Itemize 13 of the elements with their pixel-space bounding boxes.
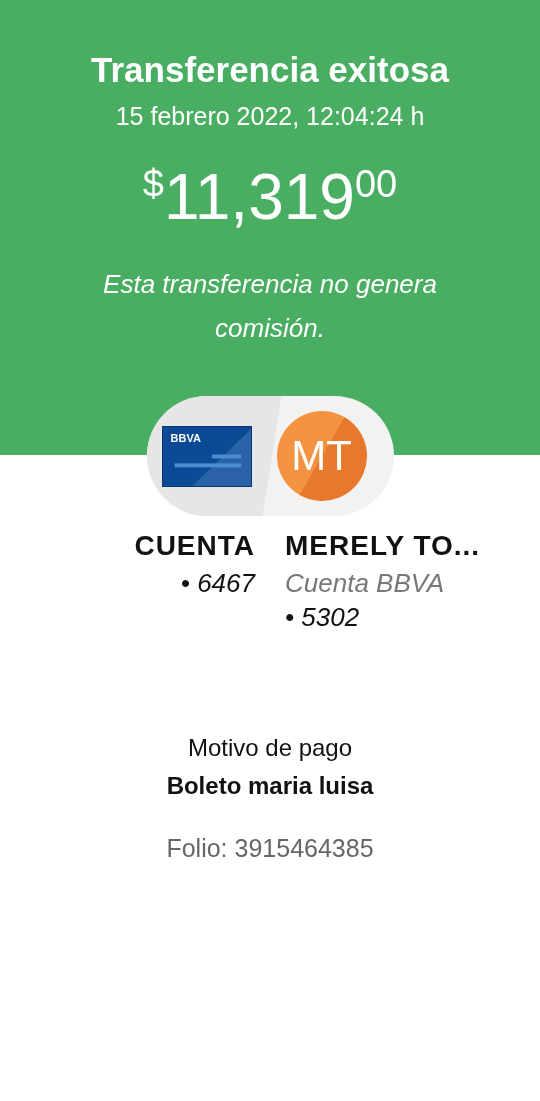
account-name: CUENTA [133, 529, 255, 563]
reason-label: Motivo de pago [186, 734, 354, 762]
bank-card-icon: BBVA [161, 425, 252, 487]
folio-number: Folio: 3915464385 [165, 834, 375, 863]
reason-value: Boleto maria luisa [165, 772, 375, 800]
screen-title: Transferencia exitosa [90, 49, 451, 91]
account-detail: Cuenta BBVA [285, 567, 445, 600]
account-detail: • 6467 [179, 567, 255, 600]
commission-note: Esta transferencia no genera comisión. [102, 268, 438, 345]
account-name: MERELY TO... [285, 529, 482, 563]
avatar: MT [276, 411, 367, 501]
date-time: 15 febrero 2022, 12:04:24 h [114, 102, 426, 131]
account-detail: • 5302 [285, 601, 361, 634]
